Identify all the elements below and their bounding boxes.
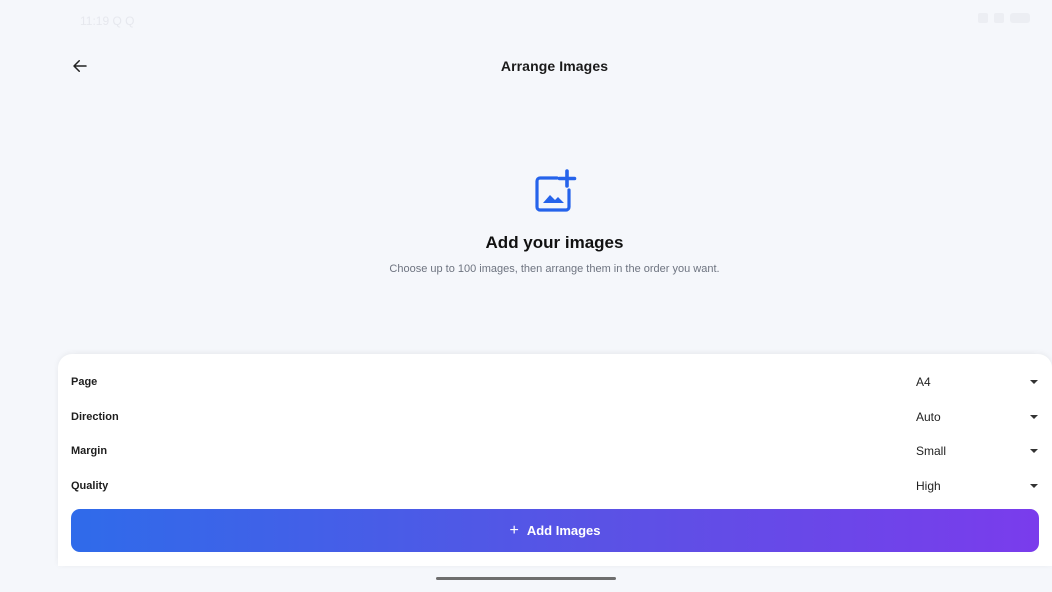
home-indicator (436, 577, 616, 580)
add-image-icon[interactable] (531, 168, 579, 216)
setting-row-direction: Direction Auto (58, 402, 1052, 432)
empty-state-title: Add your images (485, 233, 624, 252)
settings-sheet: Page A4 Direction Auto Margin Small Qual… (58, 354, 1052, 566)
battery-icon (1010, 13, 1030, 23)
empty-state-subtitle: Choose up to 100 images, then arrange th… (389, 263, 720, 275)
quality-select[interactable]: High (910, 471, 1042, 501)
page-title: Arrange Images (500, 58, 609, 74)
dropdown-arrow-icon (1030, 415, 1038, 419)
page-size-value: A4 (916, 375, 931, 389)
margin-value: Small (916, 444, 947, 458)
setting-label-direction: Direction (71, 411, 119, 423)
quality-value: High (916, 479, 941, 493)
setting-row-quality: Quality High (58, 471, 1052, 501)
empty-state: Add your images Choose up to 100 images,… (0, 168, 1052, 275)
wifi-icon (994, 13, 1004, 23)
add-images-button[interactable]: + Add Images (71, 509, 1039, 552)
setting-label-margin: Margin (71, 445, 108, 457)
dropdown-arrow-icon (1030, 380, 1038, 384)
page-size-select[interactable]: A4 (910, 367, 1042, 397)
dropdown-arrow-icon (1030, 449, 1038, 453)
setting-label-quality: Quality (71, 480, 109, 492)
direction-select[interactable]: Auto (910, 402, 1042, 432)
status-bar: 11:19 Q Q (0, 0, 1052, 40)
margin-select[interactable]: Small (910, 436, 1042, 466)
screen: 11:19 Q Q Arrange Images Add your images… (0, 0, 1052, 592)
add-images-label: Add Images (526, 523, 601, 538)
setting-row-page: Page A4 (58, 367, 1052, 397)
dropdown-arrow-icon (1030, 484, 1038, 488)
status-time: 11:19 Q Q (80, 14, 135, 28)
setting-row-margin: Margin Small (58, 436, 1052, 466)
plus-icon: + (509, 521, 519, 539)
setting-label-page: Page (71, 376, 98, 388)
signal-icon (978, 13, 988, 23)
direction-value: Auto (916, 410, 941, 424)
status-icons (978, 13, 1030, 23)
